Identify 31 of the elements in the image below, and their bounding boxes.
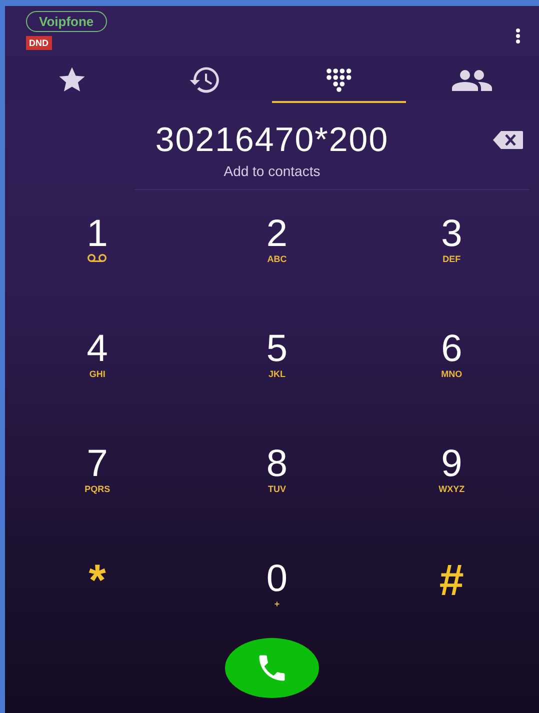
dial-key[interactable]: 0 <box>266 559 288 599</box>
key-letters: ABC <box>267 254 287 265</box>
dialpad-icon <box>326 68 352 92</box>
dial-key[interactable]: 1 <box>86 214 108 254</box>
phone-number: 30216470*200 <box>155 120 389 160</box>
key-letters: + <box>274 599 280 610</box>
key-letters: GHI <box>89 369 106 380</box>
backspace-icon[interactable] <box>493 131 523 149</box>
dial-key[interactable]: 8 <box>266 444 288 484</box>
dial-key[interactable]: 4 <box>86 329 108 369</box>
dial-key[interactable]: # <box>439 559 464 603</box>
people-icon <box>452 68 492 90</box>
add-to-contacts-link[interactable]: Add to contacts <box>5 163 539 179</box>
dial-key[interactable]: 6 <box>441 329 462 369</box>
dial-key[interactable]: 9 <box>441 444 462 484</box>
key-letters: TUV <box>268 484 286 495</box>
key-letters: WXYZ <box>438 484 465 495</box>
dial-key[interactable]: 5 <box>266 329 288 369</box>
account-label[interactable]: Voipfone <box>26 11 107 32</box>
more-icon[interactable] <box>515 28 521 44</box>
key-letters: JKL <box>268 369 286 380</box>
key-letters: MNO <box>441 369 462 380</box>
voicemail-icon <box>87 254 108 262</box>
dial-key[interactable]: 2 <box>266 214 288 254</box>
key-letters: DEF <box>442 254 461 265</box>
dial-key[interactable]: 3 <box>441 214 462 254</box>
dial-key[interactable]: * <box>88 559 106 603</box>
star-icon <box>56 66 87 94</box>
key-letters: PQRS <box>84 484 110 495</box>
dial-key[interactable]: 7 <box>86 444 108 484</box>
status-badge: DND <box>26 36 52 50</box>
